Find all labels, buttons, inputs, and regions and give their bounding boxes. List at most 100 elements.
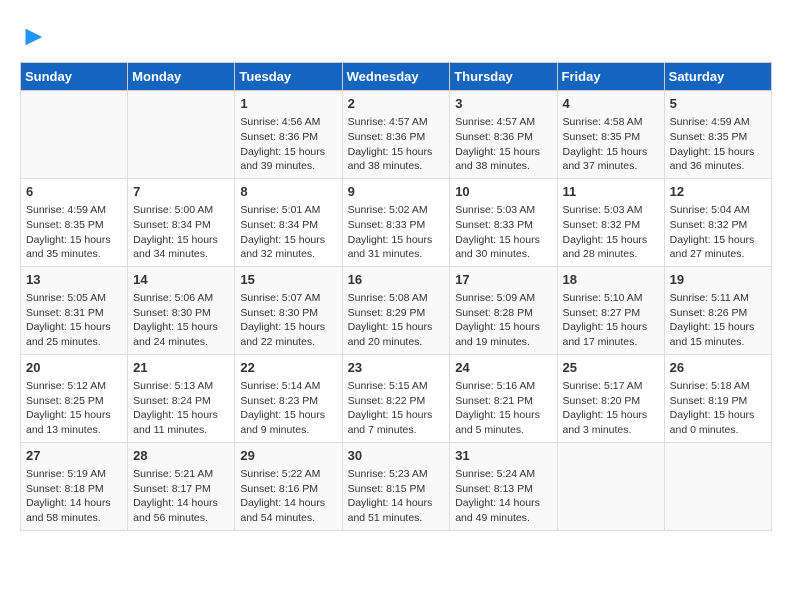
calendar-cell: 12Sunrise: 5:04 AM Sunset: 8:32 PM Dayli…	[664, 178, 771, 266]
day-detail: Sunrise: 5:22 AM Sunset: 8:16 PM Dayligh…	[240, 467, 336, 526]
calendar-cell: 20Sunrise: 5:12 AM Sunset: 8:25 PM Dayli…	[21, 354, 128, 442]
calendar-cell: 5 Sunrise: 4:59 AM Sunset: 8:35 PM Daylig…	[664, 91, 771, 179]
day-detail: Sunrise: 4:59 AM Sunset: 8:35 PM Dayligh…	[26, 203, 122, 262]
day-number: 19	[670, 271, 766, 289]
col-header-monday: Monday	[128, 63, 235, 91]
day-number: 29	[240, 447, 336, 465]
day-detail: Sunrise: 5:10 AM Sunset: 8:27 PM Dayligh…	[563, 291, 659, 350]
calendar-cell: 3 Sunrise: 4:57 AM Sunset: 8:36 PM Daylig…	[450, 91, 557, 179]
day-number: 9	[348, 183, 445, 201]
day-detail: Sunrise: 5:24 AM Sunset: 8:13 PM Dayligh…	[455, 467, 551, 526]
calendar-cell: 26Sunrise: 5:18 AM Sunset: 8:19 PM Dayli…	[664, 354, 771, 442]
calendar-cell	[128, 91, 235, 179]
day-detail: Sunrise: 5:02 AM Sunset: 8:33 PM Dayligh…	[348, 203, 445, 262]
day-detail: Sunrise: 5:08 AM Sunset: 8:29 PM Dayligh…	[348, 291, 445, 350]
day-number: 23	[348, 359, 445, 377]
calendar-week-4: 20Sunrise: 5:12 AM Sunset: 8:25 PM Dayli…	[21, 354, 772, 442]
calendar-cell	[557, 442, 664, 530]
day-number: 13	[26, 271, 122, 289]
day-number: 16	[348, 271, 445, 289]
calendar-cell: 13 Sunrise: 5:05 AM Sunset: 8:31 PM Dayli…	[21, 266, 128, 354]
day-detail: Sunrise: 5:00 AM Sunset: 8:34 PM Dayligh…	[133, 203, 229, 262]
calendar-cell: 1 Sunrise: 4:56 AM Sunset: 8:36 PM Daylig…	[235, 91, 342, 179]
calendar-cell: 18 Sunrise: 5:10 AM Sunset: 8:27 PM Dayli…	[557, 266, 664, 354]
day-detail: Sunrise: 5:06 AM Sunset: 8:30 PM Dayligh…	[133, 291, 229, 350]
day-number: 15	[240, 271, 336, 289]
calendar-cell: 31 Sunrise: 5:24 AM Sunset: 8:13 PM Dayli…	[450, 442, 557, 530]
calendar-week-1: 1 Sunrise: 4:56 AM Sunset: 8:36 PM Daylig…	[21, 91, 772, 179]
calendar-cell: 19 Sunrise: 5:11 AM Sunset: 8:26 PM Dayli…	[664, 266, 771, 354]
day-number: 17	[455, 271, 551, 289]
calendar-week-3: 13 Sunrise: 5:05 AM Sunset: 8:31 PM Dayli…	[21, 266, 772, 354]
logo: ►	[20, 20, 48, 52]
day-detail: Sunrise: 5:03 AM Sunset: 8:32 PM Dayligh…	[563, 203, 659, 262]
calendar-cell: 2Sunrise: 4:57 AM Sunset: 8:36 PM Daylig…	[342, 91, 450, 179]
calendar-cell: 11 Sunrise: 5:03 AM Sunset: 8:32 PM Dayli…	[557, 178, 664, 266]
day-number: 22	[240, 359, 336, 377]
day-number: 3	[455, 95, 551, 113]
day-number: 25	[563, 359, 659, 377]
day-detail: Sunrise: 5:11 AM Sunset: 8:26 PM Dayligh…	[670, 291, 766, 350]
logo-text: ►	[20, 20, 48, 52]
day-detail: Sunrise: 5:21 AM Sunset: 8:17 PM Dayligh…	[133, 467, 229, 526]
calendar-cell: 30 Sunrise: 5:23 AM Sunset: 8:15 PM Dayli…	[342, 442, 450, 530]
day-number: 10	[455, 183, 551, 201]
day-detail: Sunrise: 5:23 AM Sunset: 8:15 PM Dayligh…	[348, 467, 445, 526]
day-number: 11	[563, 183, 659, 201]
col-header-wednesday: Wednesday	[342, 63, 450, 91]
calendar-cell: 28Sunrise: 5:21 AM Sunset: 8:17 PM Dayli…	[128, 442, 235, 530]
calendar-cell	[21, 91, 128, 179]
day-detail: Sunrise: 4:57 AM Sunset: 8:36 PM Dayligh…	[455, 115, 551, 174]
day-number: 26	[670, 359, 766, 377]
col-header-thursday: Thursday	[450, 63, 557, 91]
col-header-saturday: Saturday	[664, 63, 771, 91]
calendar-week-2: 6 Sunrise: 4:59 AM Sunset: 8:35 PM Daylig…	[21, 178, 772, 266]
day-number: 1	[240, 95, 336, 113]
day-number: 5	[670, 95, 766, 113]
day-number: 14	[133, 271, 229, 289]
calendar-cell: 10 Sunrise: 5:03 AM Sunset: 8:33 PM Dayli…	[450, 178, 557, 266]
day-number: 4	[563, 95, 659, 113]
day-number: 31	[455, 447, 551, 465]
calendar-cell: 14 Sunrise: 5:06 AM Sunset: 8:30 PM Dayli…	[128, 266, 235, 354]
calendar-cell: 15 Sunrise: 5:07 AM Sunset: 8:30 PM Dayli…	[235, 266, 342, 354]
day-number: 6	[26, 183, 122, 201]
day-number: 21	[133, 359, 229, 377]
calendar-cell	[664, 442, 771, 530]
day-detail: Sunrise: 5:01 AM Sunset: 8:34 PM Dayligh…	[240, 203, 336, 262]
calendar-cell: 6 Sunrise: 4:59 AM Sunset: 8:35 PM Daylig…	[21, 178, 128, 266]
calendar-table: SundayMondayTuesdayWednesdayThursdayFrid…	[20, 62, 772, 531]
calendar-cell: 21 Sunrise: 5:13 AM Sunset: 8:24 PM Dayli…	[128, 354, 235, 442]
day-number: 7	[133, 183, 229, 201]
calendar-cell: 9 Sunrise: 5:02 AM Sunset: 8:33 PM Daylig…	[342, 178, 450, 266]
day-detail: Sunrise: 5:03 AM Sunset: 8:33 PM Dayligh…	[455, 203, 551, 262]
calendar-cell: 4Sunrise: 4:58 AM Sunset: 8:35 PM Daylig…	[557, 91, 664, 179]
day-detail: Sunrise: 5:13 AM Sunset: 8:24 PM Dayligh…	[133, 379, 229, 438]
calendar-cell: 22 Sunrise: 5:14 AM Sunset: 8:23 PM Dayli…	[235, 354, 342, 442]
day-detail: Sunrise: 4:59 AM Sunset: 8:35 PM Dayligh…	[670, 115, 766, 174]
calendar-cell: 16 Sunrise: 5:08 AM Sunset: 8:29 PM Dayli…	[342, 266, 450, 354]
day-detail: Sunrise: 5:07 AM Sunset: 8:30 PM Dayligh…	[240, 291, 336, 350]
col-header-tuesday: Tuesday	[235, 63, 342, 91]
calendar-cell: 24 Sunrise: 5:16 AM Sunset: 8:21 PM Dayli…	[450, 354, 557, 442]
day-detail: Sunrise: 5:04 AM Sunset: 8:32 PM Dayligh…	[670, 203, 766, 262]
calendar-cell: 25Sunrise: 5:17 AM Sunset: 8:20 PM Dayli…	[557, 354, 664, 442]
day-number: 20	[26, 359, 122, 377]
day-number: 27	[26, 447, 122, 465]
day-detail: Sunrise: 5:16 AM Sunset: 8:21 PM Dayligh…	[455, 379, 551, 438]
calendar-cell: 7 Sunrise: 5:00 AM Sunset: 8:34 PM Daylig…	[128, 178, 235, 266]
day-detail: Sunrise: 5:14 AM Sunset: 8:23 PM Dayligh…	[240, 379, 336, 438]
day-number: 2	[348, 95, 445, 113]
calendar-cell: 23 Sunrise: 5:15 AM Sunset: 8:22 PM Dayli…	[342, 354, 450, 442]
col-header-sunday: Sunday	[21, 63, 128, 91]
calendar-cell: 29 Sunrise: 5:22 AM Sunset: 8:16 PM Dayli…	[235, 442, 342, 530]
calendar-cell: 8Sunrise: 5:01 AM Sunset: 8:34 PM Daylig…	[235, 178, 342, 266]
day-detail: Sunrise: 5:05 AM Sunset: 8:31 PM Dayligh…	[26, 291, 122, 350]
day-number: 30	[348, 447, 445, 465]
calendar-cell: 17Sunrise: 5:09 AM Sunset: 8:28 PM Dayli…	[450, 266, 557, 354]
day-number: 24	[455, 359, 551, 377]
day-detail: Sunrise: 5:15 AM Sunset: 8:22 PM Dayligh…	[348, 379, 445, 438]
day-number: 18	[563, 271, 659, 289]
calendar-cell: 27Sunrise: 5:19 AM Sunset: 8:18 PM Dayli…	[21, 442, 128, 530]
day-detail: Sunrise: 4:56 AM Sunset: 8:36 PM Dayligh…	[240, 115, 336, 174]
